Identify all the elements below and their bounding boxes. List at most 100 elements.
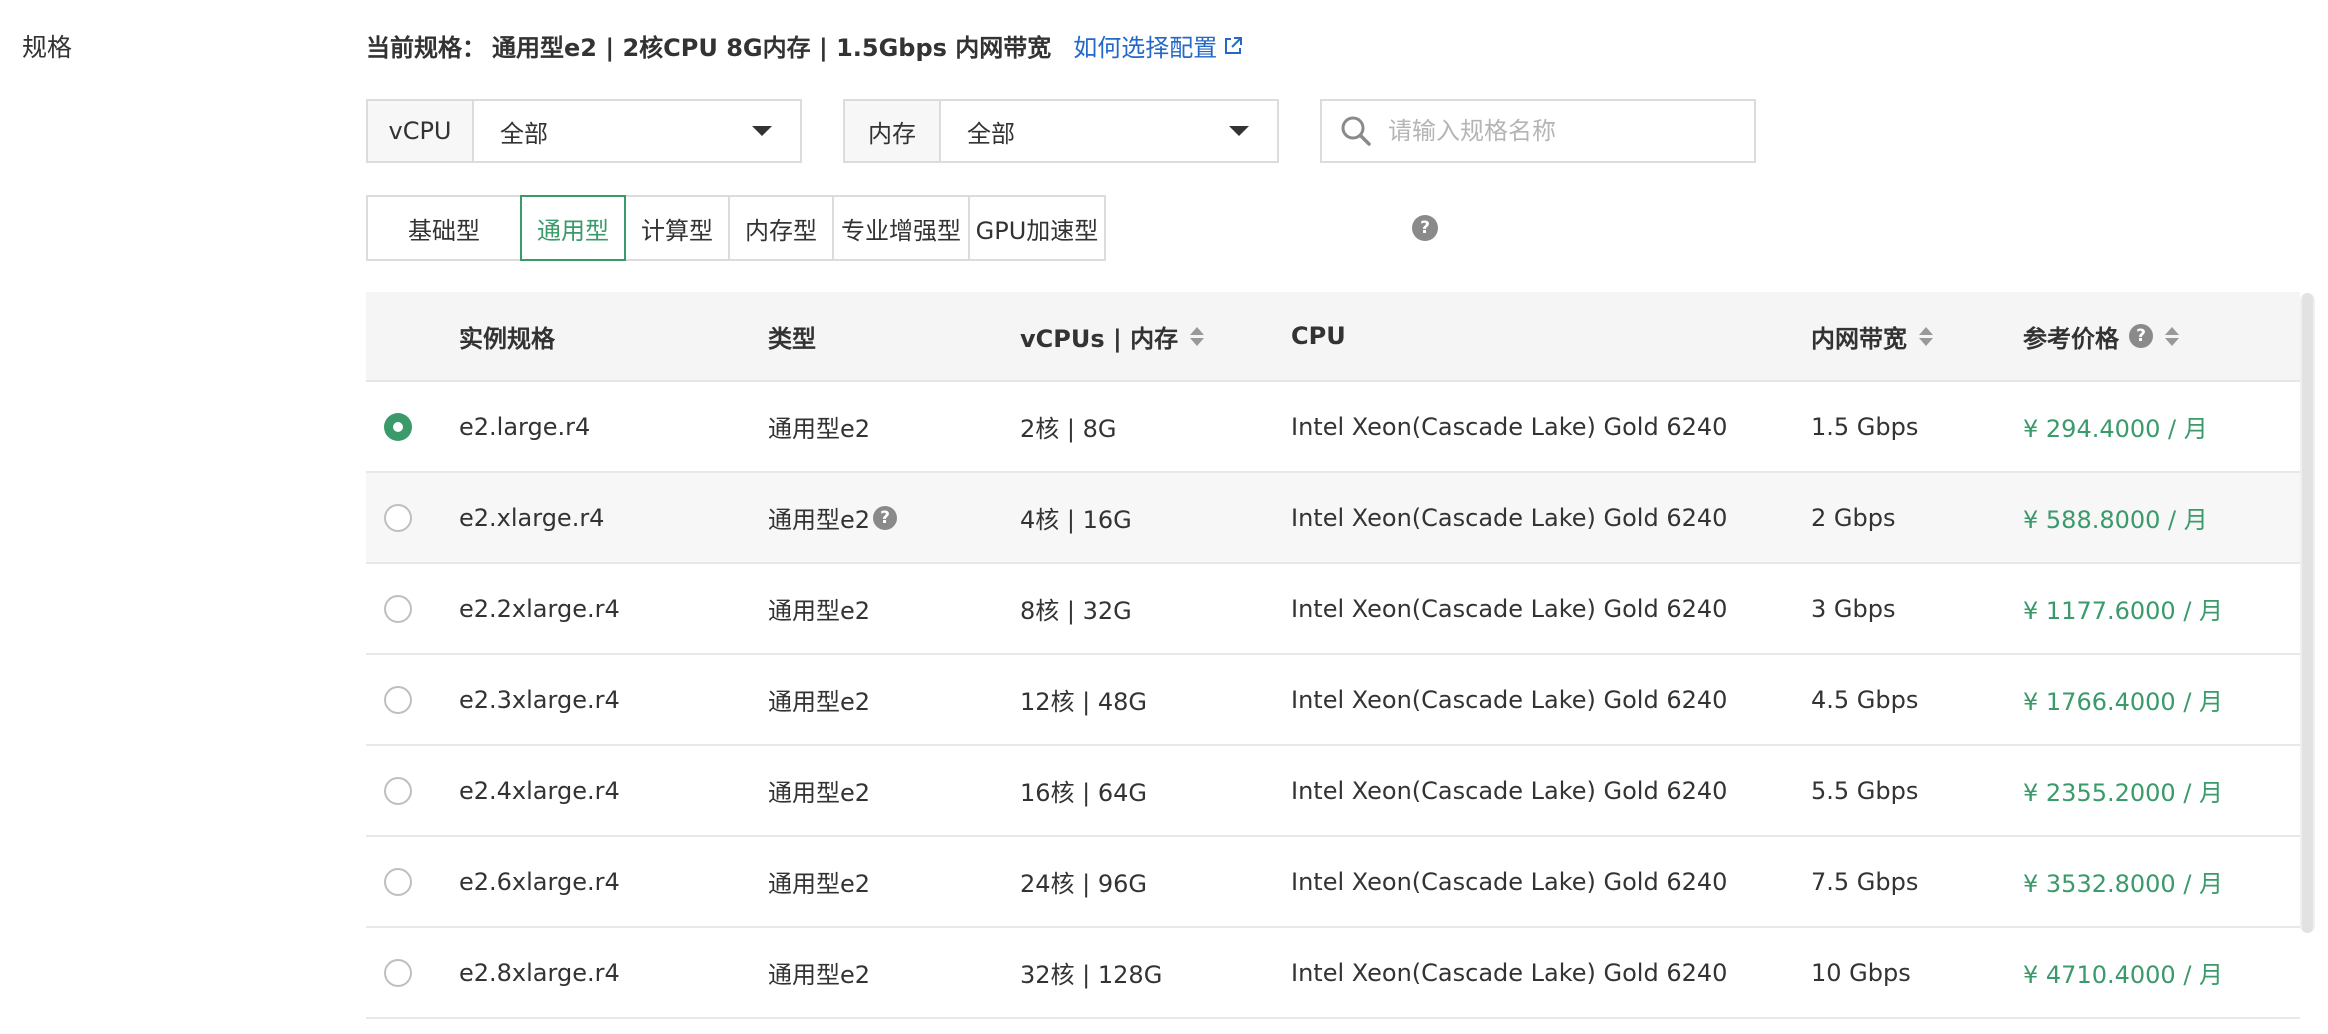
- search-icon: [1341, 116, 1371, 146]
- row-bandwidth: 7.5 Gbps: [1811, 867, 1919, 896]
- current-spec-label: 当前规格：: [366, 34, 486, 62]
- table-row[interactable]: e2.xlarge.r4 通用型e2 ? 4核 | 16G Intel Xeon…: [366, 473, 2300, 564]
- tab-compute[interactable]: 计算型: [624, 195, 730, 261]
- row-vcpus-memory: 16核 | 64G: [1020, 779, 1148, 807]
- row-vcpus-memory: 4核 | 16G: [1020, 506, 1132, 534]
- radio-icon[interactable]: [384, 503, 412, 532]
- row-spec: e2.6xlarge.r4: [459, 867, 620, 896]
- header-price[interactable]: 参考价格 ?: [2023, 319, 2179, 354]
- help-icon[interactable]: ?: [873, 505, 898, 530]
- tab-general[interactable]: 通用型: [520, 195, 626, 261]
- row-price: ¥ 2355.2000 / 月: [2023, 779, 2224, 807]
- row-spec: e2.8xlarge.r4: [459, 958, 620, 987]
- vcpu-filter: vCPU 全部: [366, 99, 802, 163]
- memory-select[interactable]: 全部: [941, 101, 1277, 161]
- row-price: ¥ 4710.4000 / 月: [2023, 961, 2224, 989]
- sort-icon[interactable]: [1919, 326, 1933, 346]
- row-bandwidth: 5.5 Gbps: [1811, 776, 1919, 805]
- row-bandwidth: 2 Gbps: [1811, 503, 1896, 532]
- radio-icon[interactable]: [384, 776, 412, 805]
- row-cpu: Intel Xeon(Cascade Lake) Gold 6240: [1291, 958, 1728, 987]
- row-type: 通用型e2: [768, 870, 871, 898]
- table-row[interactable]: e2.3xlarge.r4 通用型e2 12核 | 48G Intel Xeon…: [366, 655, 2300, 746]
- header-bandwidth[interactable]: 内网带宽: [1811, 319, 1933, 354]
- table-header: 实例规格 类型 vCPUs | 内存 CPU 内网带宽 参考价格 ?: [366, 292, 2300, 382]
- chevron-down-icon: [1229, 126, 1249, 136]
- row-spec: e2.3xlarge.r4: [459, 685, 620, 714]
- spec-table: 实例规格 类型 vCPUs | 内存 CPU 内网带宽 参考价格 ? e2.la…: [366, 292, 2300, 1019]
- row-spec: e2.large.r4: [459, 412, 591, 441]
- table-row[interactable]: e2.8xlarge.r4 通用型e2 32核 | 128G Intel Xeo…: [366, 928, 2300, 1019]
- spec-search-input[interactable]: [1386, 116, 1746, 146]
- memory-select-value: 全部: [967, 119, 1015, 148]
- table-row[interactable]: e2.large.r4 通用型e2 2核 | 8G Intel Xeon(Cas…: [366, 382, 2300, 473]
- row-bandwidth: 1.5 Gbps: [1811, 412, 1919, 441]
- row-cpu: Intel Xeon(Cascade Lake) Gold 6240: [1291, 685, 1728, 714]
- row-price: ¥ 294.4000 / 月: [2023, 415, 2208, 443]
- tab-memory[interactable]: 内存型: [728, 195, 834, 261]
- radio-icon[interactable]: [384, 412, 412, 441]
- row-price: ¥ 588.8000 / 月: [2023, 506, 2208, 534]
- sort-icon[interactable]: [1190, 326, 1205, 346]
- row-vcpus-memory: 32核 | 128G: [1020, 961, 1163, 989]
- current-spec: 当前规格： 通用型e2 | 2核CPU 8G内存 | 1.5Gbps 内网带宽 …: [366, 28, 1243, 63]
- help-icon[interactable]: ?: [2129, 324, 2153, 348]
- radio-icon[interactable]: [384, 958, 412, 987]
- row-vcpus-memory: 12核 | 48G: [1020, 688, 1148, 716]
- header-spec: 实例规格: [459, 324, 555, 353]
- row-type: 通用型e2: [768, 688, 871, 716]
- header-vcpus-memory-label: vCPUs | 内存: [1020, 324, 1179, 353]
- chevron-down-icon: [752, 126, 772, 136]
- row-cpu: Intel Xeon(Cascade Lake) Gold 6240: [1291, 412, 1728, 441]
- table-scrollbar[interactable]: [2300, 293, 2315, 933]
- instance-type-tabs: 基础型 通用型 计算型 内存型 专业增强型 GPU加速型: [366, 195, 1106, 261]
- tab-gpu[interactable]: GPU加速型: [968, 195, 1106, 261]
- row-cpu: Intel Xeon(Cascade Lake) Gold 6240: [1291, 594, 1728, 623]
- how-to-choose-link[interactable]: 如何选择配置: [1073, 28, 1243, 63]
- radio-icon[interactable]: [384, 685, 412, 714]
- current-spec-value: 通用型e2 | 2核CPU 8G内存 | 1.5Gbps 内网带宽: [492, 34, 1052, 62]
- table-row[interactable]: e2.4xlarge.r4 通用型e2 16核 | 64G Intel Xeon…: [366, 746, 2300, 837]
- help-icon[interactable]: ?: [1412, 215, 1438, 241]
- vcpu-select[interactable]: 全部: [474, 101, 800, 161]
- header-price-label: 参考价格: [2023, 324, 2119, 353]
- table-row[interactable]: e2.6xlarge.r4 通用型e2 24核 | 96G Intel Xeon…: [366, 837, 2300, 928]
- how-to-choose-link-label: 如何选择配置: [1073, 34, 1218, 62]
- radio-icon[interactable]: [384, 594, 412, 623]
- memory-filter: 内存 全部: [843, 99, 1279, 163]
- row-price: ¥ 1766.4000 / 月: [2023, 688, 2224, 716]
- section-label: 规格: [22, 33, 73, 62]
- row-vcpus-memory: 2核 | 8G: [1020, 415, 1117, 443]
- row-cpu: Intel Xeon(Cascade Lake) Gold 6240: [1291, 867, 1728, 896]
- row-type: 通用型e2: [768, 779, 871, 807]
- table-row[interactable]: e2.2xlarge.r4 通用型e2 8核 | 32G Intel Xeon(…: [366, 564, 2300, 655]
- row-price: ¥ 1177.6000 / 月: [2023, 597, 2224, 625]
- memory-filter-label: 内存: [845, 101, 941, 161]
- row-type: 通用型e2: [768, 597, 871, 625]
- spec-search: [1320, 99, 1756, 163]
- header-type: 类型: [768, 324, 816, 353]
- tab-basic[interactable]: 基础型: [366, 195, 522, 261]
- vcpu-select-value: 全部: [500, 119, 548, 148]
- row-type: 通用型e2: [768, 961, 871, 989]
- sort-icon[interactable]: [2165, 326, 2179, 346]
- radio-icon[interactable]: [384, 867, 412, 896]
- row-type: 通用型e2: [768, 506, 871, 534]
- row-price: ¥ 3532.8000 / 月: [2023, 870, 2224, 898]
- row-bandwidth: 10 Gbps: [1811, 958, 1911, 987]
- tab-enhanced[interactable]: 专业增强型: [832, 195, 970, 261]
- table-scrollbar-thumb[interactable]: [2302, 293, 2313, 933]
- vcpu-filter-label: vCPU: [368, 101, 474, 161]
- row-cpu: Intel Xeon(Cascade Lake) Gold 6240: [1291, 776, 1728, 805]
- row-spec: e2.xlarge.r4: [459, 503, 605, 532]
- header-bandwidth-label: 内网带宽: [1811, 324, 1907, 353]
- row-bandwidth: 3 Gbps: [1811, 594, 1896, 623]
- row-bandwidth: 4.5 Gbps: [1811, 685, 1919, 714]
- external-link-icon: [1225, 36, 1243, 54]
- header-vcpus-memory[interactable]: vCPUs | 内存: [1020, 319, 1205, 354]
- row-vcpus-memory: 24核 | 96G: [1020, 870, 1148, 898]
- row-cpu: Intel Xeon(Cascade Lake) Gold 6240: [1291, 503, 1728, 532]
- row-type: 通用型e2: [768, 415, 871, 443]
- row-spec: e2.2xlarge.r4: [459, 594, 620, 623]
- row-vcpus-memory: 8核 | 32G: [1020, 597, 1132, 625]
